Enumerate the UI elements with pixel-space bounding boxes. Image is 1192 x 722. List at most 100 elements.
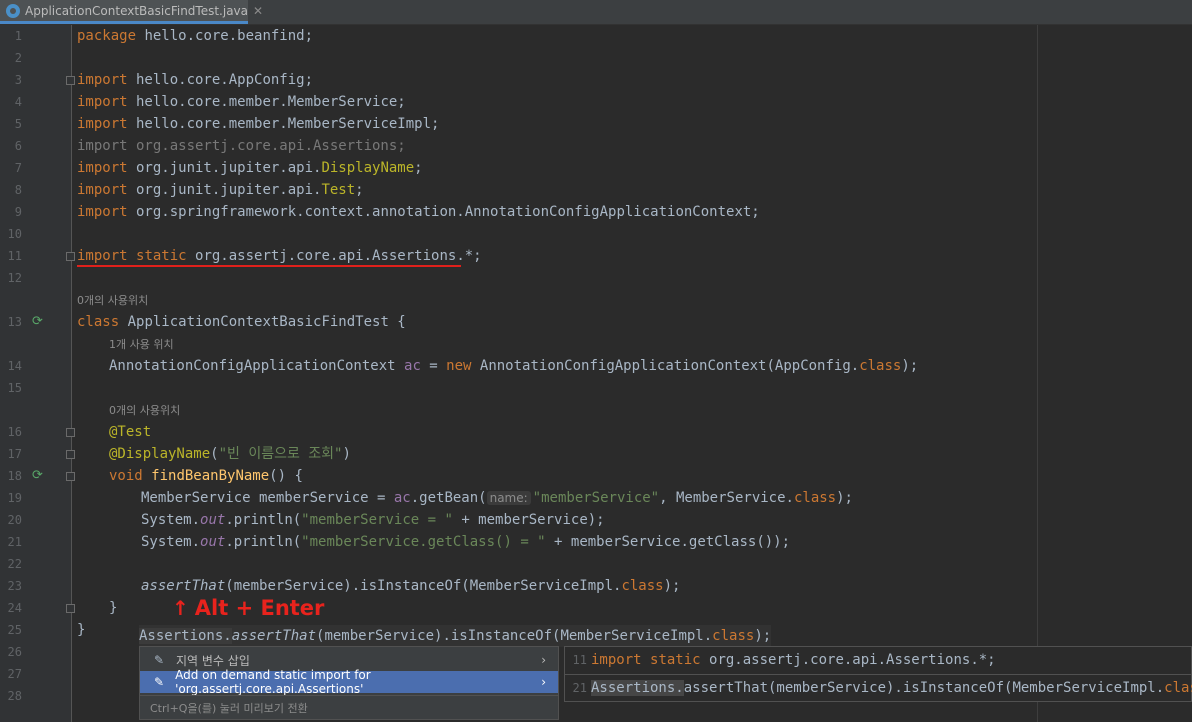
code-line-11-static-import[interactable]: import static org.assertj.core.api.Asser… (77, 245, 482, 267)
line-number: 12 (7, 271, 22, 285)
code-text: org.junit.jupiter.api. (127, 160, 322, 176)
fold-marker-icon[interactable] (66, 76, 75, 85)
line-number: 4 (14, 95, 22, 109)
line-number: 6 (14, 139, 22, 153)
code-text: (memberService).isInstanceOf(MemberServi… (225, 578, 622, 594)
code-line-3[interactable]: import hello.core.AppConfig; (77, 69, 313, 91)
keyword: import (77, 182, 128, 198)
line-number: 24 (7, 601, 22, 615)
keyword: import (77, 72, 128, 88)
highlighted-removal: Assertions. (591, 680, 684, 696)
menu-footer-hint: Ctrl+Q을(를) 눌러 미리보기 전환 (140, 695, 558, 719)
usage-hint[interactable]: 0개의 사용위치 (109, 402, 180, 418)
code-line-19[interactable]: MemberService memberService = ac.getBean… (141, 487, 853, 509)
field-name: ac (393, 490, 411, 506)
preview-line: 11 import static org.assertj.core.api.Ass… (565, 647, 1191, 673)
code-text: System. (141, 512, 201, 528)
keyword: import (591, 652, 642, 668)
menu-item-add-static-import[interactable]: ✎ Add on demand static import for 'org.a… (140, 668, 558, 696)
line-number: 28 (7, 689, 22, 703)
menu-item-label: Add on demand static import for 'org.ass… (175, 668, 371, 696)
fold-marker-icon[interactable] (66, 428, 75, 437)
code-text: ); (663, 578, 681, 594)
usage-hint[interactable]: 0개의 사용위치 (77, 292, 148, 308)
usage-hint[interactable]: 1개 사용 위치 (109, 336, 174, 352)
alt-enter-annotation: ↑ Alt + Enter (172, 596, 324, 620)
parameter-hint: name: (486, 491, 531, 505)
intention-actions-menu: ✎ 지역 변수 삽입 › ✎ Add on demand static impo… (139, 646, 559, 720)
preview-line: 21 Assertions.assertThat(memberService).i… (565, 675, 1192, 701)
quickfix-icon: ✎ (154, 675, 165, 689)
code-line-17[interactable]: @DisplayName("빈 이름으로 조회") (109, 443, 351, 465)
code-text: AnnotationConfigApplicationContext(AppCo… (471, 358, 860, 374)
code-text: AnnotationConfigApplicationContext (109, 358, 405, 374)
keyword: class (1164, 680, 1192, 696)
annotation-name: Test (321, 182, 356, 198)
code-text: , MemberService. (659, 490, 794, 506)
tab-applicationcontextbasicfindtest[interactable]: ApplicationContextBasicFindTest.java ✕ (0, 0, 263, 24)
code-line-9[interactable]: import org.springframework.context.annot… (77, 201, 760, 223)
fold-marker-icon[interactable] (66, 604, 75, 613)
code-line-24[interactable]: } (109, 597, 117, 619)
code-line-1[interactable]: package hello.core.beanfind; (77, 25, 313, 47)
line-number: 19 (7, 491, 22, 505)
code-line-21[interactable]: System.out.println("memberService.getCla… (141, 531, 790, 553)
keyword: class (621, 578, 664, 594)
run-test-icon[interactable]: ⟳ (32, 315, 46, 329)
field-name: out (200, 534, 226, 550)
keyword: new (446, 358, 472, 374)
code-line-16[interactable]: @Test (109, 421, 151, 443)
keyword: static (136, 248, 187, 264)
java-class-icon (6, 3, 20, 18)
code-line-7[interactable]: import org.junit.jupiter.api.DisplayName… (77, 157, 423, 179)
line-number: 1 (14, 29, 22, 43)
code-line-23[interactable]: assertThat(memberService).isInstanceOf(M… (141, 575, 680, 597)
line-number: 17 (7, 447, 22, 461)
code-text: org.assertj.core.api.Assertions.*; (700, 652, 996, 668)
keyword: import (77, 204, 128, 220)
field-name: ac (404, 358, 421, 374)
run-test-icon[interactable]: ⟳ (32, 469, 46, 483)
fold-marker-icon[interactable] (66, 472, 75, 481)
line-number: 16 (7, 425, 22, 439)
code-text: .getBean( (410, 490, 487, 506)
code-text: org.junit.jupiter.api. (127, 182, 322, 198)
code-text: assertThat(memberService).isInstanceOf(M… (683, 680, 1165, 696)
code-line-5[interactable]: import hello.core.member.MemberServiceIm… (77, 113, 439, 135)
code-text: ); (836, 490, 853, 506)
code-line-18[interactable]: void findBeanByName() { (109, 465, 303, 487)
keyword: package (77, 28, 137, 44)
line-number: 18 (7, 469, 22, 483)
line-number: 10 (7, 227, 22, 241)
code-text: MemberService memberService = (141, 490, 394, 506)
code-line-20[interactable]: System.out.println("memberService = " + … (141, 509, 605, 531)
up-arrow-icon: ↑ (172, 596, 189, 620)
keyword: class (859, 358, 902, 374)
code-line-8[interactable]: import org.junit.jupiter.api.Test; (77, 179, 364, 201)
code-text: hello.core.member.MemberServiceImpl; (127, 116, 440, 132)
code-text: System. (141, 534, 201, 550)
keyword: import (77, 160, 128, 176)
line-number: 8 (14, 183, 22, 197)
red-underline-annotation (77, 265, 461, 267)
preview-line-number: 11 (572, 653, 587, 667)
method-name: assertThat (141, 578, 226, 594)
keyword: import (77, 94, 128, 110)
close-icon[interactable]: ✕ (253, 4, 263, 18)
refactor-icon: ✎ (154, 653, 165, 667)
code-text: = (420, 358, 447, 374)
keyword: class (77, 314, 120, 330)
code-text: + memberService); (452, 512, 605, 528)
fold-marker-icon[interactable] (66, 450, 75, 459)
code-line-14[interactable]: AnnotationConfigApplicationContext ac = … (109, 355, 918, 377)
annotation-text: Alt + Enter (194, 596, 325, 620)
code-line-13[interactable]: class ApplicationContextBasicFindTest { (77, 311, 406, 333)
line-number: 9 (14, 205, 22, 219)
fold-marker-icon[interactable] (66, 252, 75, 261)
keyword: class (793, 490, 837, 506)
code-line-25[interactable]: } (77, 619, 85, 641)
method-name: findBeanByName (151, 468, 270, 484)
code-line-4[interactable]: import hello.core.member.MemberService; (77, 91, 406, 113)
code-text: (memberService).isInstanceOf(MemberServi… (316, 628, 713, 644)
code-line-6-unused-import[interactable]: import org.assertj.core.api.Assertions; (77, 135, 406, 157)
